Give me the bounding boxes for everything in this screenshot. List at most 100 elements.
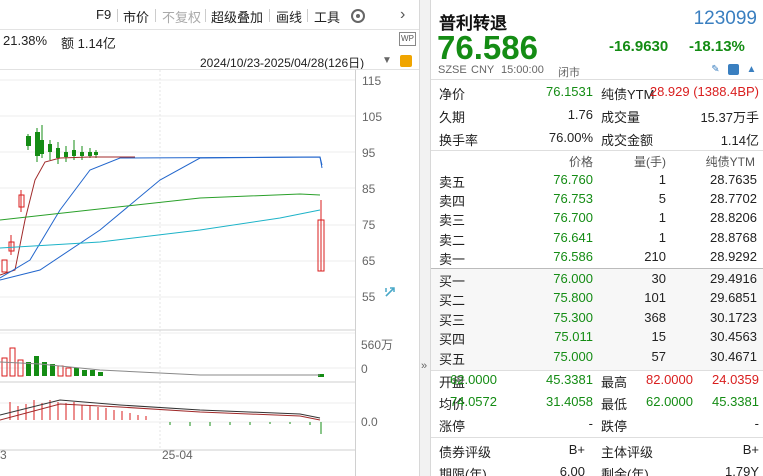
rating-value: B+ <box>742 442 759 457</box>
alert-icon[interactable]: ▲ <box>746 64 757 75</box>
stat-ytm: - <box>588 416 593 431</box>
f9-button[interactable]: F9 <box>96 7 111 22</box>
bid-price[interactable]: 76.000 <box>553 271 593 286</box>
stat-value: 74.0572 <box>450 394 497 409</box>
volume-tick: 560万 <box>361 338 394 352</box>
super-overlay-button[interactable]: 超级叠加 <box>211 7 263 26</box>
chart-toolbar: F9 市价 不复权 超级叠加 画线 工具 › <box>0 0 419 30</box>
bid-ytm: 30.4563 <box>710 329 757 345</box>
bid-price[interactable]: 75.011 <box>554 329 593 344</box>
ask-qty: 5 <box>658 191 666 207</box>
ytm-label: 纯债YTM <box>601 87 655 102</box>
ask-qty: 1 <box>658 210 666 226</box>
stat-ytm: 24.0359 <box>712 372 759 387</box>
quote-panel: 普利转退 123099 76.586 -16.9630 -18.13% SZSE… <box>431 0 763 476</box>
stat-value: 82.0000 <box>646 372 693 387</box>
stat-label: 跌停 <box>601 419 628 434</box>
market-price-button[interactable]: 市价 <box>123 7 149 26</box>
caret-down-icon[interactable]: ▼ <box>382 55 392 66</box>
ask-price[interactable]: 76.700 <box>553 210 593 225</box>
ask-price[interactable]: 76.586 <box>553 249 593 264</box>
volume-tick: 0 <box>361 362 368 376</box>
y-tick: 115 <box>362 74 382 88</box>
stat-value: 62.0000 <box>450 372 497 387</box>
chevron-right-icon[interactable]: › <box>400 6 405 24</box>
bid-level-label: 买一 <box>439 274 466 289</box>
bid-ytm: 29.4916 <box>710 271 757 286</box>
volume-label: 成交量 <box>601 110 641 125</box>
net-price-label: 净价 <box>439 87 466 102</box>
ask-level-label: 卖一 <box>439 251 466 267</box>
tools-button[interactable]: 工具 <box>314 7 340 26</box>
volume-value: 15.37万手 <box>700 110 759 125</box>
bid-ytm: 30.1723 <box>710 309 757 325</box>
bid-qty: 368 <box>644 309 666 325</box>
bid-qty: 101 <box>644 290 666 306</box>
bid-qty: 57 <box>651 348 666 364</box>
lock-icon[interactable] <box>400 55 412 67</box>
duration-value: 1.76 <box>567 107 593 122</box>
x-tick: 3 <box>0 448 7 462</box>
rating-label: 债券评级 <box>439 445 492 460</box>
stat-ytm: 45.3381 <box>712 394 759 409</box>
bid-qty: 15 <box>651 329 666 345</box>
no-adjust-button[interactable]: 不复权 <box>162 7 201 26</box>
wp-badge[interactable]: WP <box>399 32 416 46</box>
rating-label: 期限(年) <box>439 467 487 476</box>
exchange: SZSE <box>438 64 467 76</box>
panel-collapse-handle[interactable]: » <box>419 0 431 476</box>
stat-label: 涨停 <box>439 419 466 434</box>
y-tick: 75 <box>362 218 376 232</box>
net-price-value: 76.1531 <box>546 84 593 99</box>
ask-price[interactable]: 76.641 <box>553 230 593 245</box>
rating-value: 1.79Y <box>725 464 759 476</box>
col-ytm-header: 纯债YTM <box>705 155 755 169</box>
ask-ytm: 28.9292 <box>710 248 757 264</box>
stat-value: 62.0000 <box>646 394 693 409</box>
ask-ytm: 28.7702 <box>710 191 757 207</box>
turnover-label: 换手率 <box>439 133 479 148</box>
macd-tick: 0.0 <box>361 415 378 429</box>
turnover-readout: 21.38% <box>3 33 48 48</box>
gear-icon[interactable] <box>351 9 365 23</box>
ask-level-label: 卖四 <box>439 194 466 210</box>
y-tick: 65 <box>362 254 376 268</box>
ask-qty: 210 <box>644 248 666 264</box>
ask-level-label: 卖二 <box>439 232 466 248</box>
y-tick: 105 <box>362 110 383 124</box>
x-tick: 25-04 <box>162 448 193 462</box>
col-qty-header: 量(手) <box>634 155 666 169</box>
ask-ytm: 28.8768 <box>710 229 757 245</box>
rating-value: B+ <box>568 442 585 457</box>
ask-level-label: 卖五 <box>439 175 466 190</box>
bid-qty: 30 <box>651 271 666 286</box>
duration-label: 久期 <box>439 110 466 125</box>
stat-label: 最高 <box>601 375 628 390</box>
bid-ytm: 30.4671 <box>710 348 757 364</box>
stat-label: 最低 <box>601 397 628 412</box>
bid-level-label: 买三 <box>439 312 466 328</box>
draw-line-button[interactable]: 画线 <box>276 7 302 26</box>
rating-label: 剩余(年) <box>601 467 649 476</box>
edit-icon[interactable]: ✎ <box>710 64 721 75</box>
bookmark-icon[interactable] <box>728 64 739 75</box>
price-change-pct: -18.13% <box>689 38 745 55</box>
bid-ytm: 29.6851 <box>710 290 757 306</box>
bid-price[interactable]: 75.300 <box>553 310 593 325</box>
bid-price[interactable]: 75.000 <box>553 349 593 364</box>
candles <box>1 125 325 273</box>
amount-label: 成交金额 <box>601 133 654 148</box>
ask-ytm: 28.8206 <box>710 210 757 226</box>
security-code: 123099 <box>693 8 757 29</box>
stat-ytm: - <box>754 416 759 431</box>
bid-level-label: 买二 <box>439 293 466 309</box>
y-tick: 95 <box>362 146 376 160</box>
ytm-value: 28.929 (1388.4BP) <box>649 84 759 99</box>
ask-price[interactable]: 76.760 <box>553 172 593 187</box>
amount-readout: 额 1.14亿 <box>61 36 116 51</box>
col-price-header: 价格 <box>568 155 593 169</box>
bid-price[interactable]: 75.800 <box>553 290 593 305</box>
ask-qty: 1 <box>658 172 666 187</box>
bid-level-label: 买四 <box>439 332 466 348</box>
ask-price[interactable]: 76.753 <box>553 191 593 206</box>
